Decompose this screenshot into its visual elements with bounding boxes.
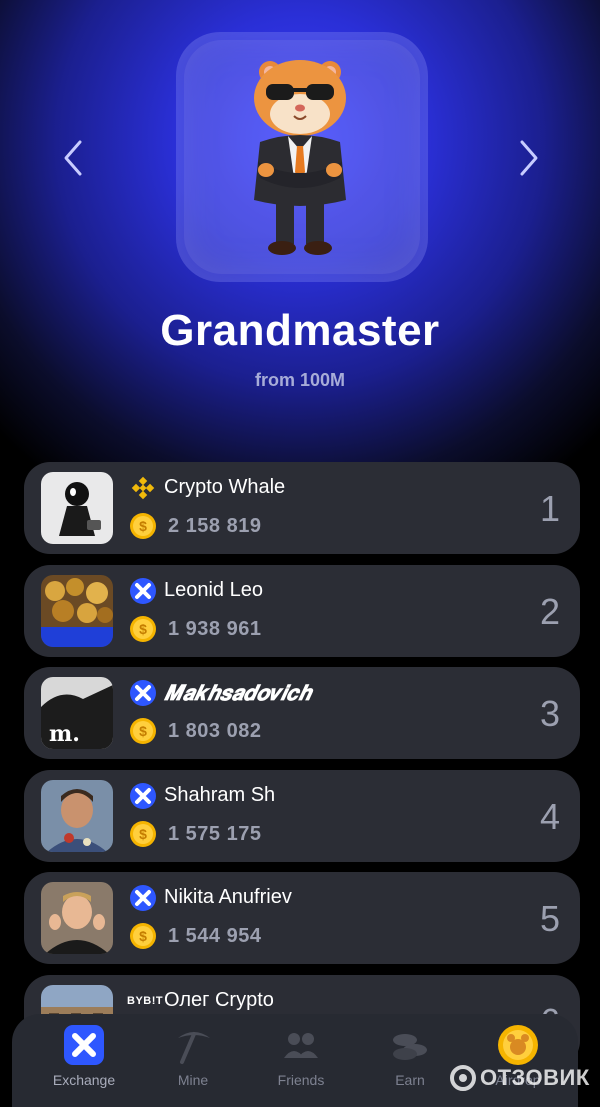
leaderboard-row[interactable]: Crypto Whale $ 2 158 819 1 [24, 462, 580, 554]
nav-label: Friends [277, 1072, 325, 1088]
x-empire-icon [130, 680, 156, 706]
svg-text:$: $ [139, 928, 147, 944]
player-rank: 3 [539, 693, 560, 734]
rank-threshold: from 100M [254, 370, 346, 390]
watermark-text: ОТЗОВИК [480, 1065, 590, 1090]
avatar: m. [41, 677, 113, 749]
player-rank: 1 [539, 488, 560, 529]
nav-label: Exchange [52, 1072, 116, 1088]
leaderboard-row[interactable]: Leonid Leo $ 1 938 961 2 [24, 564, 580, 657]
player-name: Leonid Leo [164, 578, 263, 601]
player-score: 2 158 819 [168, 515, 262, 537]
x-empire-icon [130, 577, 156, 604]
player-score: 1 803 082 [168, 720, 262, 742]
coin-icon: $ [130, 718, 156, 744]
leaderboard-row[interactable]: m. 𝑴𝒂𝒌𝒉𝒔𝒂𝒅𝒐𝒗𝒊𝒄𝒉 $ 1 803 082 3 [24, 667, 580, 759]
player-rank: 2 [539, 590, 560, 632]
svg-text:m.: m. [49, 721, 80, 747]
nav-friends[interactable]: Friends [251, 1024, 351, 1088]
svg-text:$: $ [139, 826, 147, 842]
svg-text:$: $ [139, 723, 147, 739]
leaderboard-row[interactable]: Nikita Anufriev $ 1 544 954 5 [24, 872, 580, 964]
next-rank-arrow[interactable] [514, 138, 544, 178]
player-score: 1 544 954 [168, 925, 262, 947]
coin-icon: $ [130, 820, 156, 847]
avatar [41, 882, 113, 954]
chevron-left-icon [64, 140, 82, 176]
player-name: Nikita Anufriev [164, 886, 292, 908]
hamster-mascot-icon [254, 60, 346, 255]
coin-icon: $ [130, 615, 156, 642]
binance-icon [131, 476, 155, 500]
player-name: 𝑴𝒂𝒌𝒉𝒔𝒂𝒅𝒐𝒗𝒊𝒄𝒉 [164, 681, 311, 705]
player-rank: 4 [539, 795, 560, 837]
otzovik-logo-icon [450, 1065, 476, 1091]
hamster-coin-icon [498, 1025, 538, 1065]
bybit-icon: BYB!T [127, 994, 164, 1007]
exchange-icon [64, 1025, 104, 1065]
coins-icon [393, 1034, 427, 1060]
watermark: ОТЗОВИК [450, 1062, 590, 1094]
player-score: 1 938 961 [168, 617, 262, 640]
player-name: Shahram Sh [164, 783, 276, 806]
nav-mine[interactable]: Mine [143, 1024, 243, 1088]
player-rank: 5 [539, 898, 560, 939]
avatar [41, 574, 113, 647]
player-score: 1 575 175 [168, 822, 262, 845]
pickaxe-icon [178, 1032, 210, 1064]
nav-exchange[interactable]: Exchange [34, 1024, 134, 1088]
leaderboard-list: Crypto Whale $ 2 158 819 1 Leonid Leo $ [24, 462, 580, 1077]
player-name: Crypto Whale [164, 476, 286, 498]
player-name: Олег Crypto [164, 988, 274, 1011]
svg-text:$: $ [139, 621, 147, 637]
coin-icon: $ [130, 923, 156, 949]
x-empire-icon [130, 782, 156, 809]
nav-label: Mine [177, 1072, 209, 1088]
nav-earn[interactable]: Earn [360, 1024, 460, 1088]
chevron-right-icon [520, 140, 538, 176]
rank-hero: Grandmaster from 100M [0, 0, 600, 470]
rank-title: Grandmaster [160, 306, 440, 355]
nav-label: Earn [395, 1072, 425, 1088]
prev-rank-arrow[interactable] [58, 138, 88, 178]
coin-icon: $ [130, 513, 156, 539]
avatar [41, 779, 113, 852]
avatar [41, 472, 113, 544]
svg-text:$: $ [139, 518, 147, 534]
leaderboard-row[interactable]: Shahram Sh $ 1 575 175 4 [24, 769, 580, 862]
friends-icon [284, 1033, 318, 1058]
x-empire-icon [130, 885, 156, 911]
